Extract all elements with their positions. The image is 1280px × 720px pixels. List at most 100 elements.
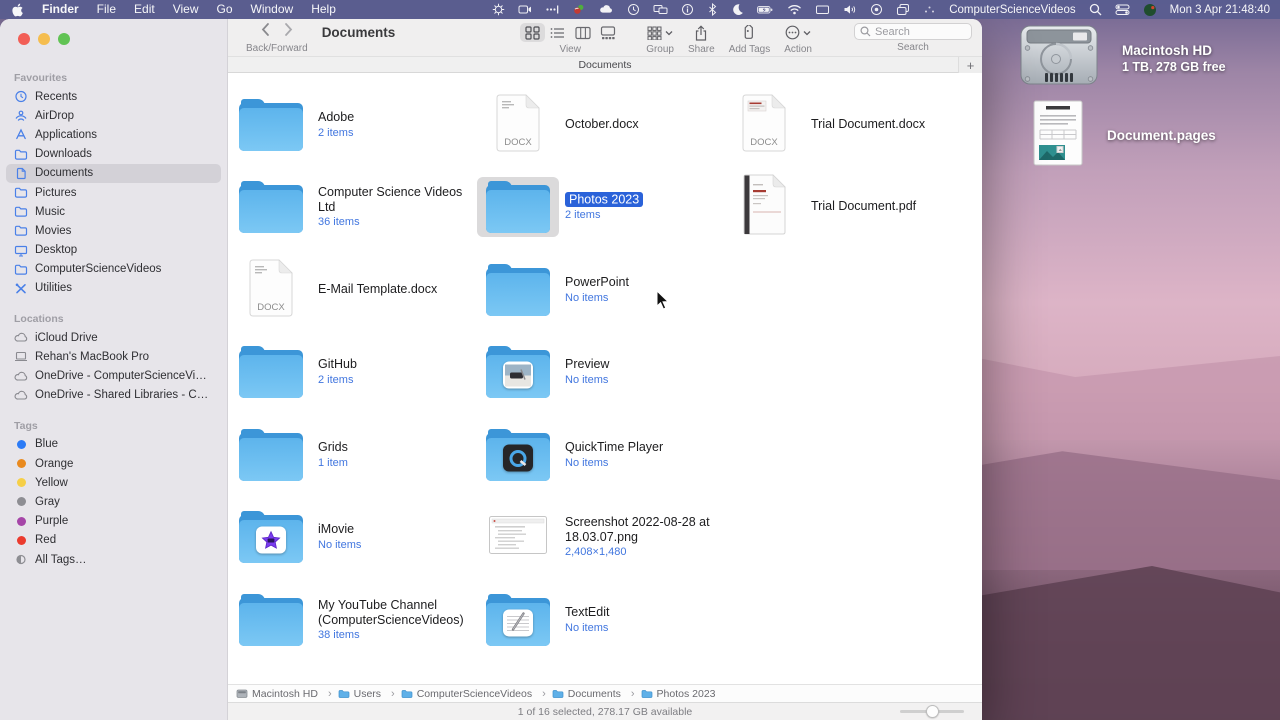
- add-tags-button[interactable]: [741, 23, 757, 42]
- sidebar-tag-yellow[interactable]: Yellow: [6, 473, 221, 492]
- spotlight-search-icon[interactable]: [1089, 3, 1102, 16]
- file-item-screenshot-png[interactable]: Screenshot 2022-08-28 at 18.03.07.png 2,4…: [477, 500, 723, 574]
- sidebar-item-desktop[interactable]: Desktop: [6, 241, 221, 260]
- zoom-button[interactable]: [58, 33, 70, 45]
- new-tab-button[interactable]: +: [958, 57, 982, 73]
- volume-icon[interactable]: [843, 3, 857, 16]
- breadcrumb-computersciencevideos[interactable]: ComputerScienceVideos: [401, 688, 552, 700]
- icon-size-slider[interactable]: [900, 704, 964, 718]
- file-item-trial-docx[interactable]: DOCX Trial Document.docx: [723, 88, 969, 162]
- apple-menu-icon[interactable]: [10, 3, 33, 17]
- sidebar-item-computersciencevideos[interactable]: ComputerScienceVideos: [6, 260, 221, 279]
- file-name: PowerPoint: [565, 275, 629, 290]
- desktop-screen: Finder File Edit View Go Window Help Com…: [0, 0, 1280, 720]
- onedrive-cloud-icon[interactable]: [599, 3, 614, 16]
- breadcrumb-documents[interactable]: Documents: [552, 688, 641, 700]
- forward-button[interactable]: [284, 22, 294, 42]
- breadcrumb-users[interactable]: Users: [338, 688, 401, 700]
- bluetooth-icon[interactable]: [707, 3, 718, 16]
- displays-icon[interactable]: [653, 3, 668, 16]
- file-item-imovie[interactable]: iMovie No items: [230, 500, 476, 574]
- folder-small-icon: [14, 206, 28, 217]
- file-item-github[interactable]: GitHub 2 items: [230, 335, 476, 409]
- file-item-october-docx[interactable]: DOCX October.docx: [477, 88, 723, 162]
- focus-moon-icon[interactable]: [731, 3, 744, 16]
- menu-window[interactable]: Window: [242, 0, 303, 19]
- sidebar-item-music[interactable]: Music: [6, 202, 221, 221]
- menu-view[interactable]: View: [164, 0, 208, 19]
- sidebar-tag-red[interactable]: Red: [6, 531, 221, 550]
- clock-status-icon[interactable]: [627, 3, 640, 16]
- file-item-powerpoint[interactable]: PowerPoint No items: [477, 253, 723, 327]
- slider-knob[interactable]: [926, 704, 939, 718]
- file-item-youtube-channel[interactable]: My YouTube Channel (ComputerScienceVideo…: [230, 583, 476, 657]
- onedrive-account-status[interactable]: ComputerScienceVideos: [949, 4, 1075, 16]
- control-center-icon[interactable]: [1115, 3, 1130, 16]
- sidebar-tag-blue[interactable]: Blue: [6, 435, 221, 454]
- user-avatar-icon[interactable]: [1143, 3, 1157, 17]
- app-color-icon[interactable]: [572, 3, 586, 16]
- sidebar-item-utilities[interactable]: Utilities: [6, 279, 221, 298]
- sidebar-item-onedrive[interactable]: OneDrive - ComputerScienceVideos: [6, 366, 221, 385]
- sidebar-item-documents[interactable]: Documents: [6, 163, 221, 183]
- sidebar-tag-purple[interactable]: Purple: [6, 512, 221, 531]
- pinwheel-icon[interactable]: [492, 3, 505, 16]
- info-icon[interactable]: [681, 3, 694, 16]
- back-button[interactable]: [260, 22, 270, 42]
- more-dots-icon[interactable]: [545, 3, 559, 16]
- battery-icon[interactable]: [757, 3, 774, 16]
- share-button[interactable]: [694, 23, 708, 42]
- screen-record-icon[interactable]: [518, 3, 532, 16]
- file-item-textedit[interactable]: TextEdit No items: [477, 583, 723, 657]
- file-item-adobe[interactable]: Adobe 2 items: [230, 88, 476, 162]
- group-button[interactable]: [647, 23, 673, 42]
- sidebar-item-icloud-drive[interactable]: iCloud Drive: [6, 328, 221, 347]
- menu-bar-clock[interactable]: Mon 3 Apr 21:48:40: [1170, 4, 1270, 16]
- search-input[interactable]: [875, 25, 965, 38]
- group-caption: Group: [646, 44, 674, 55]
- tab-documents[interactable]: Documents: [228, 59, 982, 71]
- column-view-button[interactable]: [570, 23, 595, 42]
- record-circle-icon[interactable]: [870, 3, 883, 16]
- file-item-preview[interactable]: Preview No items: [477, 335, 723, 409]
- sidebar-tag-orange[interactable]: Orange: [6, 454, 221, 473]
- action-button[interactable]: [785, 23, 811, 42]
- menu-file[interactable]: File: [88, 0, 125, 19]
- sidebar-item-macbook-pro[interactable]: Rehan's MacBook Pro: [6, 347, 221, 366]
- desktop-macintosh-hd[interactable]: Macintosh HD 1 TB, 278 GB free: [1020, 24, 1226, 93]
- breadcrumb-photos-2023[interactable]: Photos 2023: [641, 688, 716, 700]
- file-item-email-template[interactable]: DOCX E-Mail Template.docx: [230, 253, 476, 327]
- menu-finder[interactable]: Finder: [33, 0, 88, 19]
- sidebar-item-recents[interactable]: Recents: [6, 87, 221, 106]
- list-view-button[interactable]: [545, 23, 570, 42]
- sidebar-item-movies[interactable]: Movies: [6, 221, 221, 240]
- sidebar-item-applications[interactable]: Applications: [6, 125, 221, 144]
- file-count: 2 items: [565, 208, 601, 221]
- file-item-photos-2023-selected[interactable]: Photos 2023 2 items: [477, 170, 723, 244]
- desktop-document-pages[interactable]: Document.pages: [1033, 100, 1216, 171]
- copy-stack-icon[interactable]: [896, 3, 910, 16]
- icon-view-button[interactable]: [520, 23, 546, 42]
- close-button[interactable]: [18, 33, 30, 45]
- menu-help[interactable]: Help: [302, 0, 345, 19]
- menu-go[interactable]: Go: [208, 0, 242, 19]
- menu-edit[interactable]: Edit: [125, 0, 164, 19]
- sidebar-tag-gray[interactable]: Gray: [6, 492, 221, 511]
- sidebar-item-airdrop[interactable]: AirDrop: [6, 106, 221, 125]
- selection-highlight: [477, 177, 559, 237]
- dots-triangle-icon[interactable]: [923, 3, 936, 16]
- sidebar-all-tags[interactable]: All Tags…: [6, 550, 221, 569]
- gallery-view-button[interactable]: [595, 23, 620, 42]
- file-item-quicktime[interactable]: QuickTime Player No items: [477, 418, 723, 492]
- sidebar-item-onedrive-shared[interactable]: OneDrive - Shared Libraries - Comp…: [6, 386, 221, 405]
- file-item-computer-science-videos[interactable]: Computer Science Videos Ltd 36 items: [230, 170, 476, 244]
- sidebar-item-pictures[interactable]: Pictures: [6, 183, 221, 202]
- file-item-grids[interactable]: Grids 1 item: [230, 418, 476, 492]
- display-mirror-icon[interactable]: [815, 3, 830, 16]
- wifi-icon[interactable]: [787, 3, 802, 16]
- breadcrumb-macintosh-hd[interactable]: Macintosh HD: [236, 688, 338, 700]
- file-item-trial-pdf[interactable]: Trial Document.pdf: [723, 170, 969, 244]
- search-field[interactable]: [854, 23, 972, 40]
- sidebar-item-downloads[interactable]: Downloads: [6, 145, 221, 164]
- minimize-button[interactable]: [38, 33, 50, 45]
